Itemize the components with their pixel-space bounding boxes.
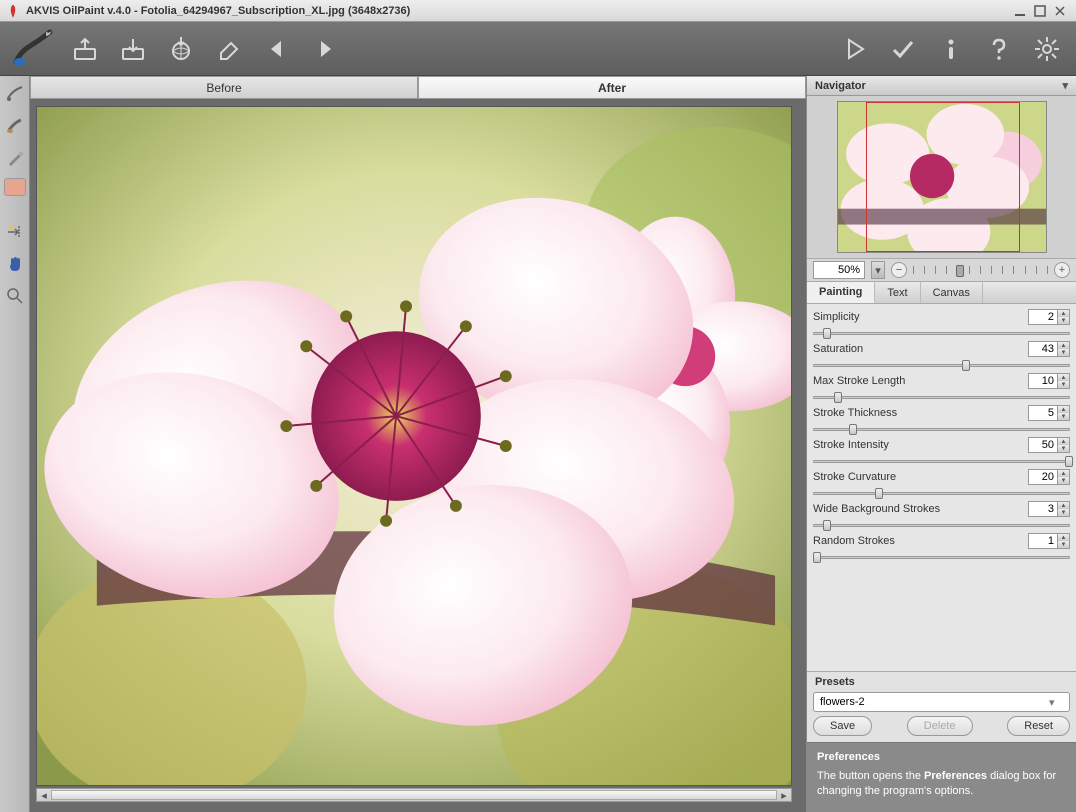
param-label-maxStrokeLength: Max Stroke Length <box>813 375 1028 387</box>
param-stepper-strokeCurvature[interactable]: ▲▼ <box>1058 469 1070 485</box>
canvas-area: Before After <box>30 76 806 812</box>
tab-before[interactable]: Before <box>30 76 418 99</box>
zoom-value[interactable]: 50% <box>813 261 865 279</box>
app-icon <box>6 4 20 18</box>
brush-logo-icon <box>10 26 56 72</box>
param-slider-strokeIntensity[interactable] <box>813 455 1070 467</box>
export-button[interactable] <box>162 30 200 68</box>
view-tabs: Before After <box>30 76 806 100</box>
horizontal-scrollbar[interactable]: ◂ ▸ <box>36 788 792 802</box>
navigator-preview[interactable] <box>807 96 1076 258</box>
info-button[interactable] <box>932 30 970 68</box>
quick-preview-tool[interactable] <box>3 82 27 106</box>
param-slider-strokeThickness[interactable] <box>813 423 1070 435</box>
param-value-randomStrokes[interactable]: 1 <box>1028 533 1058 549</box>
direction-tool[interactable] <box>3 220 27 244</box>
param-stepper-wideBgStrokes[interactable]: ▲▼ <box>1058 501 1070 517</box>
help-button[interactable] <box>980 30 1018 68</box>
preset-save-button[interactable]: Save <box>813 716 872 736</box>
painting-params: Simplicity 2 ▲▼ Saturation 43 ▲▼ Max Str… <box>807 304 1076 566</box>
tab-canvas[interactable]: Canvas <box>921 282 983 303</box>
zoom-tool[interactable] <box>3 284 27 308</box>
param-label-simplicity: Simplicity <box>813 311 1028 323</box>
apply-button[interactable] <box>884 30 922 68</box>
param-slider-simplicity[interactable] <box>813 327 1070 339</box>
param-slider-maxStrokeLength[interactable] <box>813 391 1070 403</box>
color-swatch[interactable] <box>4 178 26 196</box>
zoom-dropdown-icon[interactable]: ▾ <box>871 261 885 279</box>
scroll-left-icon[interactable]: ◂ <box>37 789 51 801</box>
forward-button[interactable] <box>306 30 344 68</box>
navigator-title: Navigator <box>815 80 866 92</box>
preset-dropdown-icon[interactable]: ▾ <box>1049 696 1063 709</box>
param-label-saturation: Saturation <box>813 343 1028 355</box>
tab-text[interactable]: Text <box>875 282 920 303</box>
tab-after[interactable]: After <box>418 76 806 99</box>
maximize-button[interactable] <box>1030 3 1050 19</box>
zoom-controls: 50% ▾ − + <box>807 258 1076 282</box>
presets-panel: Presets flowers-2 ▾ Save Delete Reset <box>807 671 1076 742</box>
param-label-wideBgStrokes: Wide Background Strokes <box>813 503 1028 515</box>
preset-reset-button[interactable]: Reset <box>1007 716 1070 736</box>
title-bar: AKVIS OilPaint v.4.0 - Fotolia_64294967_… <box>0 0 1076 22</box>
param-value-strokeIntensity[interactable]: 50 <box>1028 437 1058 453</box>
preset-selected-value: flowers-2 <box>820 696 865 708</box>
param-slider-strokeCurvature[interactable] <box>813 487 1070 499</box>
param-value-simplicity[interactable]: 2 <box>1028 309 1058 325</box>
minimize-button[interactable] <box>1010 3 1030 19</box>
param-slider-randomStrokes[interactable] <box>813 551 1070 563</box>
hand-tool[interactable] <box>3 252 27 276</box>
param-label-randomStrokes: Random Strokes <box>813 535 1028 547</box>
presets-title: Presets <box>813 674 1070 692</box>
eraser-button[interactable] <box>210 30 248 68</box>
preset-delete-button[interactable]: Delete <box>907 716 973 736</box>
param-value-wideBgStrokes[interactable]: 3 <box>1028 501 1058 517</box>
param-slider-saturation[interactable] <box>813 359 1070 371</box>
left-toolbar <box>0 76 30 812</box>
param-value-strokeCurvature[interactable]: 20 <box>1028 469 1058 485</box>
param-slider-wideBgStrokes[interactable] <box>813 519 1070 531</box>
open-button[interactable] <box>66 30 104 68</box>
param-stepper-strokeThickness[interactable]: ▲▼ <box>1058 405 1070 421</box>
window-title: AKVIS OilPaint v.4.0 - Fotolia_64294967_… <box>26 5 1010 17</box>
param-label-strokeCurvature: Stroke Curvature <box>813 471 1028 483</box>
save-button[interactable] <box>114 30 152 68</box>
help-text: The button opens the Preferences dialog … <box>817 769 1066 798</box>
close-button[interactable] <box>1050 3 1070 19</box>
param-stepper-simplicity[interactable]: ▲▼ <box>1058 309 1070 325</box>
preferences-button[interactable] <box>1028 30 1066 68</box>
zoom-slider[interactable] <box>913 263 1048 277</box>
param-stepper-strokeIntensity[interactable]: ▲▼ <box>1058 437 1070 453</box>
tab-painting[interactable]: Painting <box>807 282 875 303</box>
right-panel: Navigator ▾ <box>806 76 1076 812</box>
preset-select[interactable]: flowers-2 ▾ <box>813 692 1070 712</box>
back-button[interactable] <box>258 30 296 68</box>
smudge-tool[interactable] <box>3 114 27 138</box>
zoom-out-button[interactable]: − <box>891 262 907 278</box>
param-label-strokeIntensity: Stroke Intensity <box>813 439 1028 451</box>
param-value-saturation[interactable]: 43 <box>1028 341 1058 357</box>
help-panel: Preferences The button opens the Prefere… <box>807 742 1076 812</box>
param-stepper-randomStrokes[interactable]: ▲▼ <box>1058 533 1070 549</box>
navigator-viewport-rect[interactable] <box>866 102 1020 252</box>
param-label-strokeThickness: Stroke Thickness <box>813 407 1028 419</box>
run-button[interactable] <box>836 30 874 68</box>
scroll-right-icon[interactable]: ▸ <box>777 789 791 801</box>
param-value-strokeThickness[interactable]: 5 <box>1028 405 1058 421</box>
top-toolbar <box>0 22 1076 76</box>
help-title: Preferences <box>817 751 1066 763</box>
navigator-header: Navigator ▾ <box>807 76 1076 96</box>
history-brush-tool[interactable] <box>3 146 27 170</box>
param-stepper-saturation[interactable]: ▲▼ <box>1058 341 1070 357</box>
zoom-in-button[interactable]: + <box>1054 262 1070 278</box>
navigator-menu-icon[interactable]: ▾ <box>1062 79 1068 92</box>
param-value-maxStrokeLength[interactable]: 10 <box>1028 373 1058 389</box>
param-tabs: Painting Text Canvas <box>807 282 1076 304</box>
param-stepper-maxStrokeLength[interactable]: ▲▼ <box>1058 373 1070 389</box>
main-canvas[interactable] <box>36 106 792 786</box>
